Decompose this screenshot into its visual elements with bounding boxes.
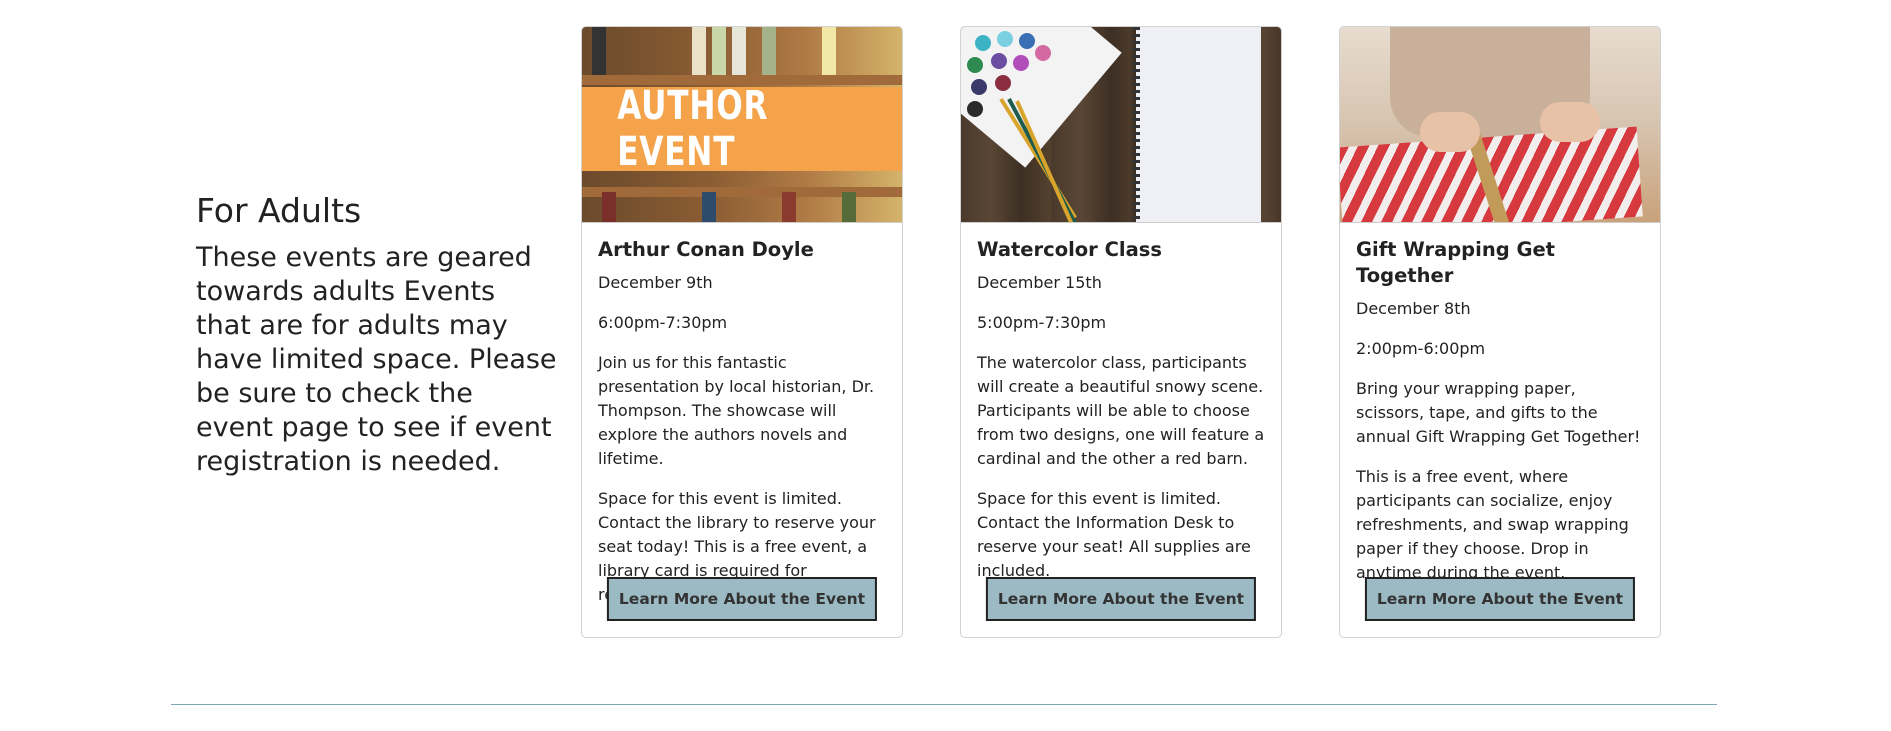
event-date: December 8th xyxy=(1356,299,1471,318)
event-time: 5:00pm-7:30pm xyxy=(977,313,1107,332)
event-title: Watercolor Class xyxy=(977,238,1162,261)
section-divider xyxy=(171,704,1717,705)
event-description: Join us for this fantastic presentation … xyxy=(598,353,875,468)
event-description: Bring your wrapping paper, scissors, tap… xyxy=(1356,379,1641,446)
watercolor-image xyxy=(961,27,1281,223)
learn-more-button[interactable]: Learn More About the Event xyxy=(985,577,1257,621)
section-heading: For Adults xyxy=(196,191,362,230)
event-date: December 15th xyxy=(977,273,1102,292)
event-details: Space for this event is limited. Contact… xyxy=(977,489,1251,580)
notebook xyxy=(1132,27,1261,222)
event-card-gift-wrapping: Gift Wrapping Get Together December 8th … xyxy=(1339,26,1661,638)
event-card-arthur-conan-doyle: AUTHOR EVENT Arthur Conan Doyle December… xyxy=(581,26,903,638)
author-event-image: AUTHOR EVENT xyxy=(582,27,902,223)
intro-section: For Adults These events are geared towar… xyxy=(196,191,558,479)
learn-more-button[interactable]: Learn More About the Event xyxy=(1364,577,1636,621)
event-description: The watercolor class, participants will … xyxy=(977,353,1265,468)
event-title: Arthur Conan Doyle xyxy=(598,238,814,261)
event-date: December 9th xyxy=(598,273,713,292)
gift-wrapping-image xyxy=(1340,27,1660,223)
event-time: 6:00pm-7:30pm xyxy=(598,313,728,332)
banner-text: AUTHOR EVENT xyxy=(617,83,769,175)
event-details: This is a free event, where participants… xyxy=(1356,467,1629,582)
learn-more-button[interactable]: Learn More About the Event xyxy=(606,577,878,621)
section-description: These events are geared towards adults E… xyxy=(196,242,557,477)
event-title: Gift Wrapping Get Together xyxy=(1356,238,1556,287)
event-card-watercolor-class: Watercolor Class December 15th 5:00pm-7:… xyxy=(960,26,1282,638)
event-time: 2:00pm-6:00pm xyxy=(1356,339,1486,358)
author-event-banner: AUTHOR EVENT xyxy=(582,83,902,175)
